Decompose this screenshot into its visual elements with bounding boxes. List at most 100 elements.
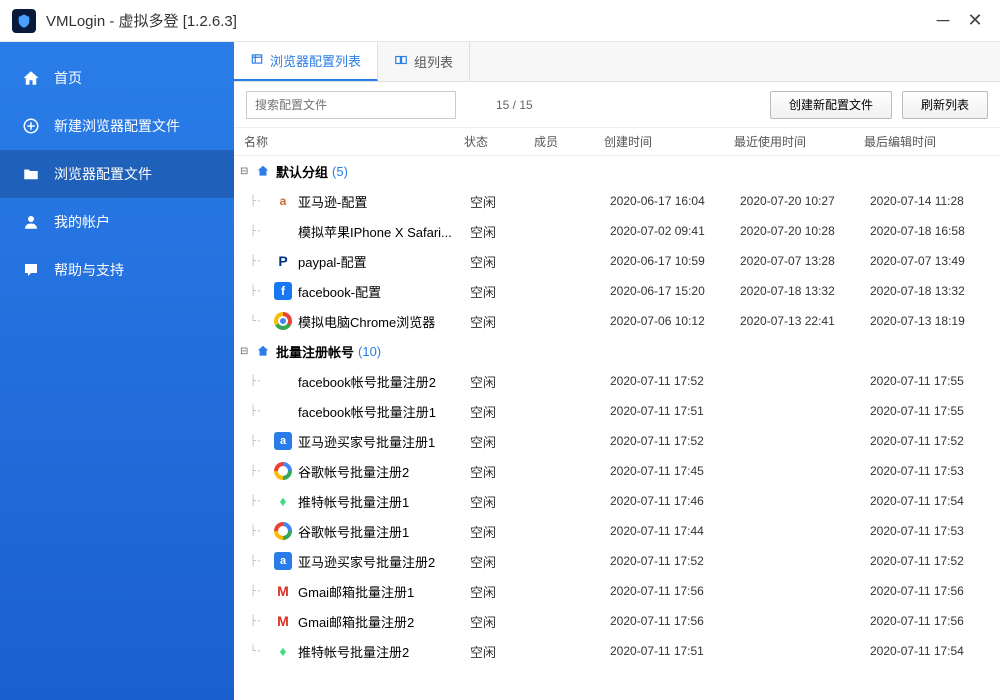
- tab-1[interactable]: 组列表: [378, 42, 470, 81]
- profile-name: paypal-配置: [298, 252, 470, 271]
- google-icon: [274, 522, 292, 540]
- col-lastedit[interactable]: 最后编辑时间: [864, 133, 994, 150]
- profile-row[interactable]: ├·谷歌帐号批量注册1空闲2020-07-11 17:442020-07-11 …: [234, 516, 1000, 546]
- profile-lastedit: 2020-07-11 17:55: [870, 404, 1000, 418]
- profile-lastuse: 2020-07-20 10:28: [740, 224, 870, 238]
- tree-branch-icon: ├·: [244, 526, 274, 537]
- profile-created: 2020-06-17 15:20: [610, 284, 740, 298]
- profile-row[interactable]: ├·facebook帐号批量注册2空闲2020-07-11 17:522020-…: [234, 366, 1000, 396]
- group-count: (10): [358, 344, 381, 359]
- col-created[interactable]: 创建时间: [604, 133, 734, 150]
- profile-created: 2020-07-11 17:51: [610, 404, 740, 418]
- profile-row[interactable]: ├·模拟苹果IPhone X Safari...空闲2020-07-02 09:…: [234, 216, 1000, 246]
- folder-icon: [22, 165, 40, 183]
- profile-lastedit: 2020-07-13 18:19: [870, 314, 1000, 328]
- sidebar: 首页新建浏览器配置文件浏览器配置文件我的帐户帮助与支持: [0, 42, 234, 700]
- profile-status: 空闲: [470, 192, 540, 211]
- profile-created: 2020-07-11 17:52: [610, 374, 740, 388]
- profile-row[interactable]: ├·a亚马逊-配置空闲2020-06-17 16:042020-07-20 10…: [234, 186, 1000, 216]
- profile-name: 谷歌帐号批量注册1: [298, 522, 470, 541]
- sidebar-item-label: 新建浏览器配置文件: [54, 116, 180, 136]
- profile-name: 亚马逊-配置: [298, 192, 470, 211]
- profile-name: facebook-配置: [298, 282, 470, 301]
- profile-row[interactable]: ├·MGmai邮箱批量注册1空闲2020-07-11 17:562020-07-…: [234, 576, 1000, 606]
- profile-name: 推特帐号批量注册2: [298, 642, 470, 661]
- tree-branch-icon: ├·: [244, 466, 274, 477]
- profile-name: 谷歌帐号批量注册2: [298, 462, 470, 481]
- tree-branch-icon: ├·: [244, 556, 274, 567]
- profile-lastedit: 2020-07-11 17:52: [870, 434, 1000, 448]
- group-name: 批量注册帐号: [276, 342, 354, 361]
- profile-lastedit: 2020-07-11 17:56: [870, 584, 1000, 598]
- profile-created: 2020-06-17 10:59: [610, 254, 740, 268]
- profile-lastedit: 2020-07-11 17:54: [870, 494, 1000, 508]
- refresh-button[interactable]: 刷新列表: [902, 91, 988, 119]
- profile-status: 空闲: [470, 642, 540, 661]
- sidebar-item-3[interactable]: 我的帐户: [0, 198, 234, 246]
- profile-row[interactable]: ├·ffacebook-配置空闲2020-06-17 15:202020-07-…: [234, 276, 1000, 306]
- profile-row[interactable]: ├·a亚马逊买家号批量注册2空闲2020-07-11 17:522020-07-…: [234, 546, 1000, 576]
- profile-row[interactable]: ├·Ppaypal-配置空闲2020-06-17 10:592020-07-07…: [234, 246, 1000, 276]
- profile-lastedit: 2020-07-11 17:56: [870, 614, 1000, 628]
- amazon-box-icon: a: [274, 552, 292, 570]
- titlebar: VMLogin - 虚拟多登 [1.2.6.3] ─ ✕: [0, 0, 1000, 42]
- search-input[interactable]: [246, 91, 456, 119]
- apple-icon: [274, 372, 292, 390]
- app-logo-icon: [12, 9, 36, 33]
- profile-lastuse: 2020-07-13 22:41: [740, 314, 870, 328]
- tab-icon: [250, 52, 264, 69]
- profile-row[interactable]: ├·MGmai邮箱批量注册2空闲2020-07-11 17:562020-07-…: [234, 606, 1000, 636]
- col-lastuse[interactable]: 最近使用时间: [734, 133, 864, 150]
- profile-created: 2020-07-06 10:12: [610, 314, 740, 328]
- tab-label: 组列表: [414, 52, 453, 71]
- profile-status: 空闲: [470, 252, 540, 271]
- tabs: 浏览器配置列表 组列表: [234, 42, 1000, 82]
- collapse-icon[interactable]: ⊟: [240, 166, 254, 177]
- minimize-button[interactable]: ─: [930, 8, 956, 34]
- profile-status: 空闲: [470, 552, 540, 571]
- profile-lastedit: 2020-07-11 17:52: [870, 554, 1000, 568]
- profile-status: 空闲: [470, 312, 540, 331]
- sidebar-item-label: 我的帐户: [54, 212, 110, 232]
- close-button[interactable]: ✕: [962, 8, 988, 34]
- account-icon: [22, 213, 40, 231]
- collapse-icon[interactable]: ⊟: [240, 346, 254, 357]
- profile-created: 2020-07-11 17:52: [610, 434, 740, 448]
- toolbar: 15 / 15 创建新配置文件 刷新列表: [234, 82, 1000, 128]
- sidebar-item-0[interactable]: 首页: [0, 54, 234, 102]
- create-profile-button[interactable]: 创建新配置文件: [770, 91, 892, 119]
- profile-lastuse: 2020-07-07 13:28: [740, 254, 870, 268]
- home-small-icon: [254, 164, 272, 178]
- profile-status: 空闲: [470, 432, 540, 451]
- tree-branch-icon: ├·: [244, 406, 274, 417]
- tab-0[interactable]: 浏览器配置列表: [234, 42, 378, 81]
- profile-name: facebook帐号批量注册1: [298, 402, 470, 421]
- android-icon: ♦: [274, 492, 292, 510]
- sidebar-item-label: 帮助与支持: [54, 260, 124, 280]
- group-row[interactable]: ⊟默认分组(5): [234, 156, 1000, 186]
- profile-lastedit: 2020-07-07 13:49: [870, 254, 1000, 268]
- apple-icon: [274, 402, 292, 420]
- group-row[interactable]: ⊟ 批量注册帐号 (10): [234, 336, 1000, 366]
- tree-branch-icon: ├·: [244, 436, 274, 447]
- profile-row[interactable]: └·模拟电脑Chrome浏览器空闲2020-07-06 10:122020-07…: [234, 306, 1000, 336]
- col-name[interactable]: 名称: [244, 133, 464, 150]
- profile-created: 2020-07-11 17:56: [610, 614, 740, 628]
- sidebar-item-1[interactable]: 新建浏览器配置文件: [0, 102, 234, 150]
- sidebar-item-4[interactable]: 帮助与支持: [0, 246, 234, 294]
- profile-name: 亚马逊买家号批量注册1: [298, 432, 470, 451]
- profile-row[interactable]: ├·a亚马逊买家号批量注册1空闲2020-07-11 17:522020-07-…: [234, 426, 1000, 456]
- profile-lastedit: 2020-07-11 17:53: [870, 524, 1000, 538]
- tree-branch-icon: ├·: [244, 196, 274, 207]
- profile-status: 空闲: [470, 222, 540, 241]
- tree-branch-icon: ├·: [244, 286, 274, 297]
- gmail-icon: M: [274, 612, 292, 630]
- profile-row[interactable]: ├·谷歌帐号批量注册2空闲2020-07-11 17:452020-07-11 …: [234, 456, 1000, 486]
- sidebar-item-2[interactable]: 浏览器配置文件: [0, 150, 234, 198]
- profile-row[interactable]: ├·♦推特帐号批量注册1空闲2020-07-11 17:462020-07-11…: [234, 486, 1000, 516]
- help-icon: [22, 261, 40, 279]
- col-status[interactable]: 状态: [464, 133, 534, 150]
- profile-row[interactable]: └·♦推特帐号批量注册2空闲2020-07-11 17:512020-07-11…: [234, 636, 1000, 666]
- profile-row[interactable]: ├·facebook帐号批量注册1空闲2020-07-11 17:512020-…: [234, 396, 1000, 426]
- col-member[interactable]: 成员: [534, 133, 604, 150]
